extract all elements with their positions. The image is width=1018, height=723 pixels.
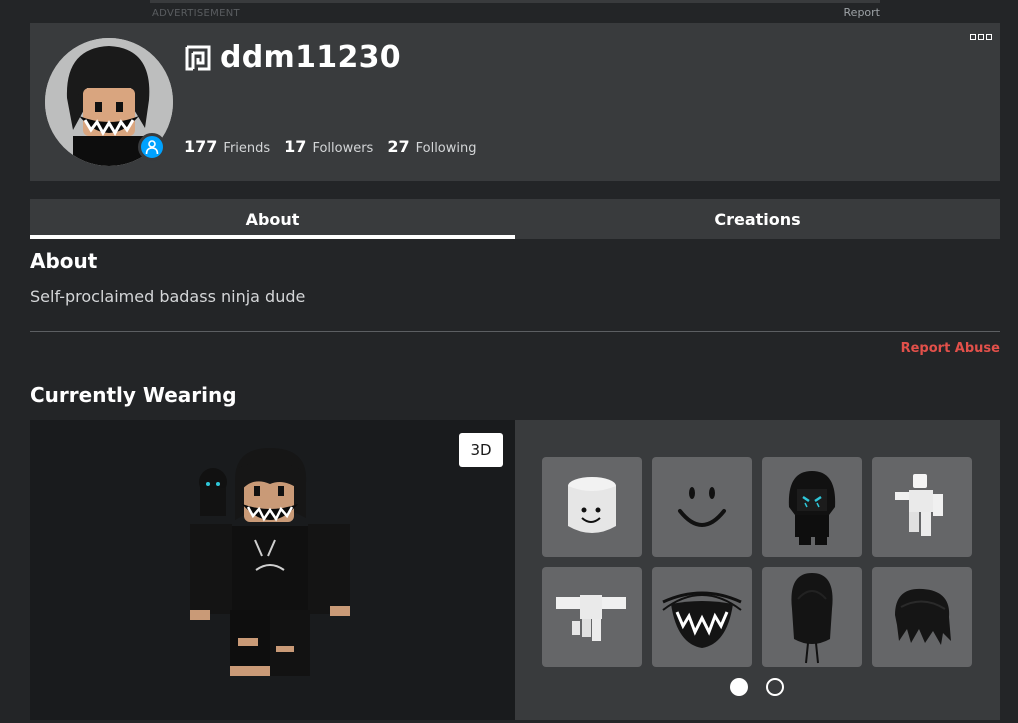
username: ddm11230 [220, 40, 401, 75]
followers-count: 17 [284, 137, 307, 156]
item-pager [730, 678, 784, 696]
friends-stat[interactable]: 177 Friends [184, 137, 270, 156]
profile-stats: 177 Friends 17 Followers 27 Following [184, 137, 491, 156]
white-figure-pose-icon [895, 474, 943, 536]
profile-tabs: About Creations [30, 199, 1000, 239]
following-count: 27 [387, 137, 410, 156]
avatar-3d-model-icon [190, 448, 350, 676]
pager-dot-2[interactable] [766, 678, 784, 696]
tab-about[interactable]: About [30, 199, 515, 239]
about-heading: About [30, 249, 98, 273]
about-description: Self-proclaimed badass ninja dude [30, 287, 306, 306]
ad-report-link[interactable]: Report [844, 6, 880, 19]
teeth-mask-icon [662, 591, 742, 648]
ad-label: ADVERTISEMENT [152, 8, 240, 19]
username-row: ddm11230 [184, 40, 401, 75]
wearing-item-hooded-figure[interactable] [762, 457, 862, 557]
wearing-item-face[interactable] [652, 457, 752, 557]
ad-strip [150, 0, 880, 3]
black-hood-icon [791, 573, 833, 664]
following-label: Following [415, 141, 477, 156]
wearing-item-hair[interactable] [872, 567, 972, 667]
avatar-3d-viewer[interactable]: 3D [30, 420, 515, 720]
profile-header: ddm11230 177 Friends 17 Followers 27 Fol… [30, 23, 1000, 181]
wearing-item-run-animation[interactable] [542, 567, 642, 667]
followers-stat[interactable]: 17 Followers [284, 137, 373, 156]
ad-banner: ADVERTISEMENT Report [150, 0, 880, 22]
section-divider [30, 331, 1000, 332]
premium-icon [185, 45, 211, 70]
friends-count: 177 [184, 137, 218, 156]
toggle-3d-button[interactable]: 3D [459, 433, 503, 467]
more-options-icon[interactable] [970, 34, 992, 40]
black-hair-icon [895, 588, 951, 645]
smile-face-icon [678, 487, 726, 527]
wearing-item-head[interactable] [542, 457, 642, 557]
hooded-figure-icon [788, 471, 836, 545]
followers-label: Followers [312, 141, 374, 156]
report-abuse-link[interactable]: Report Abuse [901, 341, 1000, 356]
pager-dot-1[interactable] [730, 678, 748, 696]
wearing-item-mask[interactable] [652, 567, 752, 667]
white-figure-run-icon [556, 595, 626, 641]
tab-creations[interactable]: Creations [515, 199, 1000, 239]
presence-online-icon [138, 133, 166, 161]
following-stat[interactable]: 27 Following [387, 137, 476, 156]
friends-label: Friends [223, 141, 271, 156]
wearing-item-grid [542, 457, 972, 667]
wearing-items-panel [515, 420, 1000, 720]
wearing-item-pose-animation[interactable] [872, 457, 972, 557]
wearing-item-hood[interactable] [762, 567, 862, 667]
white-head-icon [568, 477, 616, 533]
currently-wearing-heading: Currently Wearing [30, 383, 237, 407]
